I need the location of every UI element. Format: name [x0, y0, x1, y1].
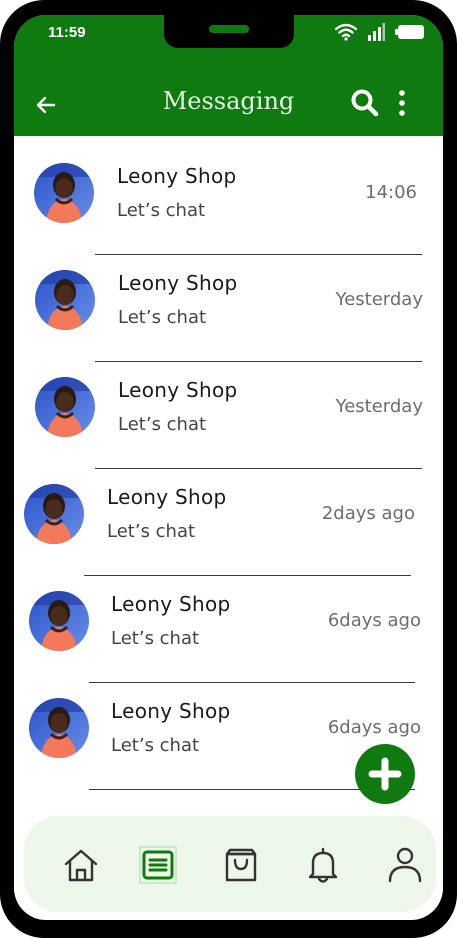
avatar: [29, 591, 89, 651]
signal-icon: [368, 23, 385, 41]
avatar-image: [29, 591, 89, 651]
message-time: Yesterday: [335, 289, 423, 310]
plus-icon: [368, 757, 402, 791]
conversation-item[interactable]: Leony Shop Let’s chat Yesterday: [14, 350, 443, 469]
search-icon[interactable]: [350, 88, 380, 118]
conversation-item[interactable]: Leony Shop Let’s chat 14:06: [14, 136, 443, 255]
avatar: [35, 377, 95, 437]
status-time: 11:59: [48, 24, 86, 41]
more-vertical-icon[interactable]: [392, 88, 412, 118]
message-preview: Let’s chat: [111, 735, 200, 756]
avatar: [29, 698, 89, 758]
message-time: Yesterday: [335, 396, 423, 417]
battery-icon: [395, 25, 424, 39]
message-time: 6days ago: [327, 610, 421, 631]
message-preview: Let’s chat: [118, 307, 207, 328]
avatar: [34, 163, 94, 223]
avatar-image: [29, 698, 89, 758]
conversation-item[interactable]: Leony Shop Let’s chat 6days ago: [14, 564, 443, 683]
contact-name: Leony Shop: [118, 271, 238, 295]
avatar: [35, 270, 95, 330]
phone-screen: 11:59 Messaging Leony Shop Let’s chat 14…: [14, 15, 443, 920]
contact-name: Leony Shop: [111, 592, 231, 616]
shopping-bag-icon[interactable]: [222, 846, 260, 884]
avatar: [24, 484, 84, 544]
message-preview: Let’s chat: [111, 628, 200, 649]
profile-icon[interactable]: [386, 846, 424, 884]
camera-notch: [164, 15, 294, 48]
message-preview: Let’s chat: [117, 200, 206, 221]
avatar-image: [34, 163, 94, 223]
bottom-navigation: [24, 816, 436, 912]
contact-name: Leony Shop: [117, 164, 237, 188]
avatar-image: [35, 377, 95, 437]
conversation-item[interactable]: Leony Shop Let’s chat 2days ago: [14, 457, 443, 576]
contact-name: Leony Shop: [111, 699, 231, 723]
avatar-image: [24, 484, 84, 544]
phone-frame: 11:59 Messaging Leony Shop Let’s chat 14…: [0, 0, 457, 938]
app-bar: Messaging: [14, 85, 443, 125]
messages-icon[interactable]: [139, 846, 177, 884]
conversation-item[interactable]: Leony Shop Let’s chat Yesterday: [14, 243, 443, 362]
new-message-button[interactable]: [355, 744, 415, 804]
bell-icon[interactable]: [304, 846, 342, 884]
status-icons: [335, 23, 425, 41]
message-preview: Let’s chat: [107, 521, 196, 542]
avatar-image: [35, 270, 95, 330]
message-time: 6days ago: [327, 717, 421, 738]
message-preview: Let’s chat: [118, 414, 207, 435]
home-icon[interactable]: [62, 846, 100, 884]
message-time: 14:06: [365, 182, 417, 203]
wifi-icon: [335, 23, 357, 41]
message-time: 2days ago: [321, 503, 415, 524]
contact-name: Leony Shop: [107, 485, 227, 509]
header: 11:59 Messaging: [14, 15, 443, 136]
contact-name: Leony Shop: [118, 378, 238, 402]
